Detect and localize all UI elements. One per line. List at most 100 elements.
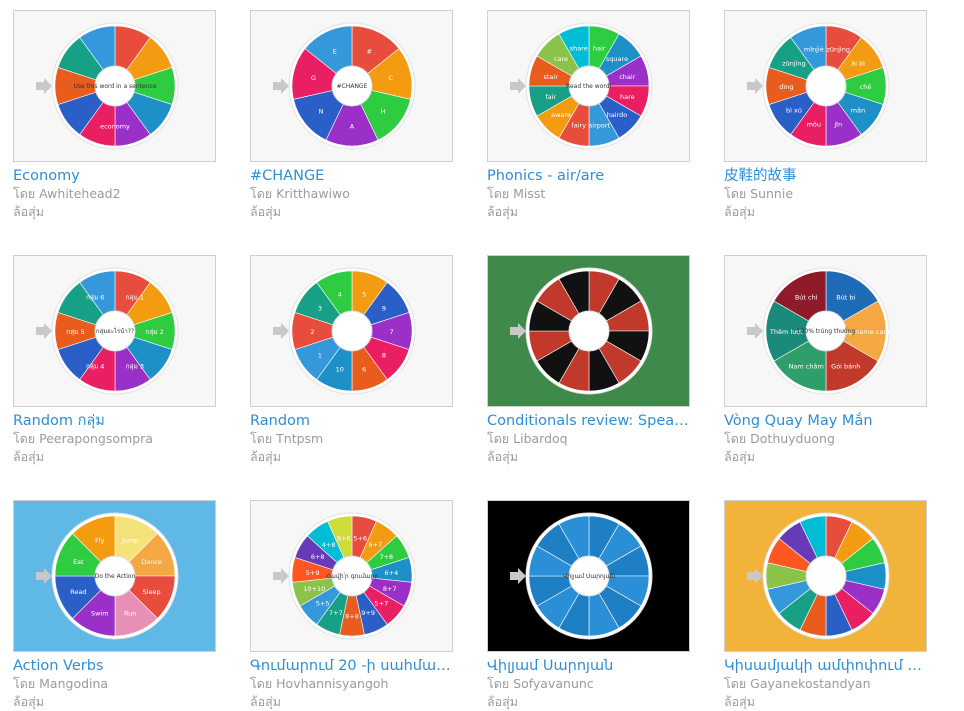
- activity-type: ล้อสุ่ม: [487, 204, 519, 219]
- wheel-segment-label: Jump: [121, 536, 139, 544]
- wheel-segment-label: 6+4: [385, 569, 399, 577]
- wheel-segment-label: square: [606, 55, 628, 63]
- wheel-segment-label: hare: [620, 93, 635, 101]
- wheel-segment-label: 5: [362, 290, 366, 298]
- activity-thumbnail[interactable]: [487, 255, 690, 407]
- activity-thumbnail[interactable]: Jump Dance Sleep Run Swim Read Eat Fly Do the Ac…: [13, 500, 216, 652]
- wheel-segment-label: N: [319, 108, 324, 116]
- activity-author: โดย Sofyavanunc: [487, 675, 690, 693]
- wheel-center-text: Վիլյամ Սարոյան: [563, 573, 615, 580]
- activity-title[interactable]: Vòng Quay May Mắn: [724, 412, 927, 430]
- wheel-segment-label: hairdo: [607, 111, 628, 119]
- activity-type: ล้อสุ่ม: [724, 204, 756, 219]
- activity-title[interactable]: Phonics - air/are: [487, 167, 690, 185]
- wheel-segment-label: 6+7: [368, 541, 382, 549]
- activity-card[interactable]: Bút bi Tập name card Gói bánh Nam châm Thêm …: [724, 255, 927, 466]
- activity-title[interactable]: Conditionals review: Speak...: [487, 412, 690, 430]
- wheel-segment-label: stair: [543, 73, 558, 81]
- by-label: โดย: [250, 431, 273, 446]
- wheel-segment-label: mǐnjié: [804, 45, 824, 53]
- wheel-segment-label: 5+5: [316, 600, 330, 608]
- wheel-segment-label: dìng: [779, 83, 793, 91]
- wheel-segment-label: กลุ่ม 1: [126, 294, 144, 302]
- activity-title[interactable]: Random กลุ่ม: [13, 412, 216, 430]
- activity-thumbnail[interactable]: economy Use this word in a sentence: [13, 10, 216, 162]
- activity-card[interactable]: economy Use this word in a sentence Econo…: [13, 10, 216, 221]
- activity-title[interactable]: Random: [250, 412, 453, 430]
- activity-card[interactable]: กลุ่ม 1 กลุ่ม 2 กลุ่ม 3 กลุ่ม 4 กลุ่ม 5 กลุ่ม…: [13, 255, 216, 466]
- activity-title[interactable]: Action Verbs: [13, 657, 216, 675]
- activity-author: โดย Kritthawiwo: [250, 185, 453, 203]
- activity-thumbnail[interactable]: [724, 500, 927, 652]
- activity-thumbnail[interactable]: 5 9 7 8 6 10 1 2 3 4: [250, 255, 453, 407]
- activity-thumbnail[interactable]: Վիլյամ Սարոյան: [487, 500, 690, 652]
- activity-title[interactable]: #CHANGE: [250, 167, 453, 185]
- wheel-preview: Վիլյամ Սարոյան: [488, 501, 689, 651]
- wheel-segment-label: 4+8: [322, 541, 336, 549]
- wheel-segment-label: 3: [318, 305, 322, 313]
- wheel-segment-label: Eat: [73, 558, 84, 566]
- wheel-segment-label: 7+7: [329, 609, 343, 617]
- author-name: Sofyavanunc: [513, 676, 594, 691]
- wheel-segment-label: Sleep: [143, 588, 161, 596]
- activity-card[interactable]: 5+6 6+7 7+8 6+4 8+7 5+7 9+9 8+8 7+7 5+5 10+10 5+9 6+…: [250, 500, 453, 711]
- activity-card[interactable]: # C H A N G E #CHANGE #CHANGE โดย Kritthawiwo ล…: [250, 10, 453, 221]
- activity-type: ล้อสุ่ม: [250, 204, 282, 219]
- activity-title[interactable]: 皮鞋的故事: [724, 167, 927, 185]
- author-name: Tntpsm: [276, 431, 324, 446]
- wheel-segment-label: airport: [588, 121, 610, 129]
- wheel-segment-label: 9+6: [337, 534, 351, 542]
- activity-card[interactable]: Jump Dance Sleep Run Swim Read Eat Fly Do the Ac…: [13, 500, 216, 711]
- activity-card[interactable]: Կիսամյակի ամփոփում 6-... โดย Gayanekosta…: [724, 500, 927, 711]
- activity-card[interactable]: hair square chair hare hairdo airport fairy awa…: [487, 10, 690, 221]
- wheel-segment-label: 8+7: [383, 585, 397, 593]
- wheel-segment-label: 5+7: [375, 600, 389, 608]
- author-name: Mangodina: [39, 676, 109, 691]
- wheel-segment-label: mǒu: [807, 121, 821, 129]
- wheel-segment-label: A: [350, 123, 355, 131]
- wheel-preview: hairsquare chair hare hairdo airportfairyawa…: [488, 11, 689, 161]
- wheel-segment-label: zūnjìng: [782, 60, 806, 68]
- wheel-segment-label: chē: [860, 83, 872, 91]
- by-label: โดย: [13, 186, 36, 201]
- wheel-segment-label: Read: [70, 588, 86, 596]
- wheel-segment-label: 7+8: [379, 553, 393, 561]
- activity-thumbnail[interactable]: hair square chair hare hairdo airport fairy awa…: [487, 10, 690, 162]
- activity-type: ล้อสุ่ม: [250, 694, 282, 709]
- activity-card[interactable]: 5 9 7 8 6 10 1 2 3 4 Random โดย Tntpsm ล้อสุ่ม: [250, 255, 453, 466]
- by-label: โดย: [250, 186, 273, 201]
- wheel-segment-label: Dance: [141, 558, 162, 566]
- activity-thumbnail[interactable]: # C H A N G E #CHANGE: [250, 10, 453, 162]
- wheel-preview: zūnjìngài bìchēmǎnjīnmǒubì xūdìngzūnjìng…: [725, 11, 926, 161]
- activity-author: โดย Mangodina: [13, 675, 216, 693]
- wheel-segment-label: กลุ่ม 6: [86, 294, 104, 302]
- wheel-segment-label: fair: [545, 93, 556, 101]
- activity-type: ล้อสุ่ม: [13, 694, 45, 709]
- activity-title[interactable]: Վիլյամ Սարոյան: [487, 657, 690, 675]
- activity-card[interactable]: zūnjìng ài bì chē mǎn jīn mǒu bì xū dìng zūnjìng…: [724, 10, 927, 221]
- activity-thumbnail[interactable]: zūnjìng ài bì chē mǎn jīn mǒu bì xū dìng zūnjìng…: [724, 10, 927, 162]
- wheel-segment-label: Bút bi: [836, 294, 855, 302]
- activity-card[interactable]: Conditionals review: Speak... โดย Libard…: [487, 255, 690, 466]
- wheel-segment-label: 1: [318, 351, 322, 359]
- activity-card[interactable]: Վիլյամ Սարոյան Վիլյամ Սարոյան โดย Sofyav…: [487, 500, 690, 711]
- wheel-segment-label: bì xū: [786, 106, 802, 114]
- activity-title[interactable]: Economy: [13, 167, 216, 185]
- wheel-preview: #CHANGE#CHANGE: [251, 11, 452, 161]
- author-name: Libardoq: [513, 431, 568, 446]
- wheel-segment-label: กลุ่ม 4: [86, 362, 104, 370]
- activity-thumbnail[interactable]: Bút bi Tập name card Gói bánh Nam châm Thêm …: [724, 255, 927, 407]
- wheel-segment-label: 5+6: [353, 534, 367, 542]
- wheel-segment-label: Gói bánh: [831, 362, 860, 370]
- activity-thumbnail[interactable]: 5+6 6+7 7+8 6+4 8+7 5+7 9+9 8+8 7+7 5+5 10+10 5+9 6+…: [250, 500, 453, 652]
- wheel-segment-label: Fly: [95, 536, 105, 544]
- activity-type: ล้อสุ่ม: [13, 449, 45, 464]
- wheel-center-text: Հավի՛ր գումարը: [326, 573, 379, 580]
- activity-thumbnail[interactable]: กลุ่ม 1 กลุ่ม 2 กลุ่ม 3 กลุ่ม 4 กลุ่ม 5 กลุ่ม…: [13, 255, 216, 407]
- activity-type: ล้อสุ่ม: [724, 449, 756, 464]
- activity-title[interactable]: Կիսամյակի ամփոփում 6-...: [724, 657, 927, 675]
- wheel-preview: [488, 256, 689, 406]
- activity-author: โดย Peerapongsompra: [13, 430, 216, 448]
- wheel-center-text: Read the word!: [566, 83, 612, 90]
- activity-title[interactable]: Գումարում 20 -ի սահման...: [250, 657, 453, 675]
